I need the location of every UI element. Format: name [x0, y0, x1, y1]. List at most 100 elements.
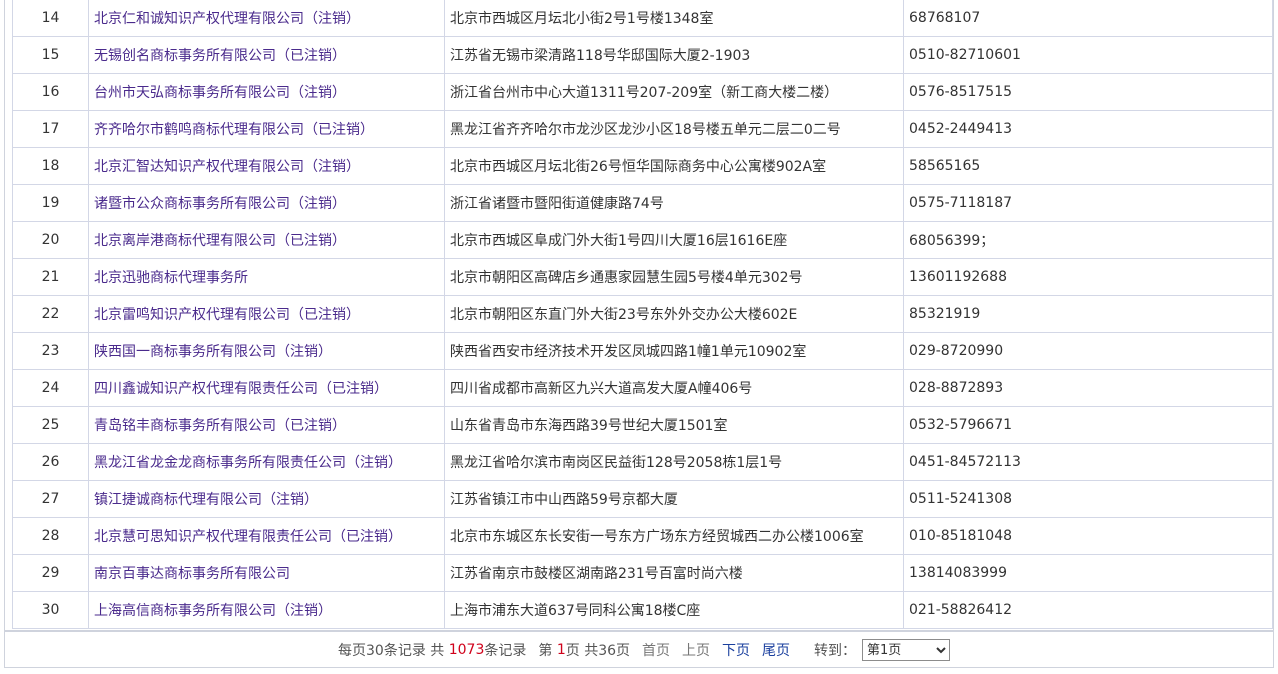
table-row: 14 北京仁和诚知识产权代理有限公司（注销） 北京市西城区月坛北小街2号1号楼134…: [12, 0, 1273, 37]
total-count: 1073: [448, 642, 485, 658]
agency-address: 北京市西城区阜成门外大街1号四川大厦16层1616E座: [444, 221, 904, 259]
table-row: 26 黑龙江省龙金龙商标事务所有限责任公司（注销） 黑龙江省哈尔滨市南岗区民益街12…: [12, 443, 1273, 481]
agency-address: 北京市朝阳区高碑店乡通惠家园慧生园5号楼4单元302号: [444, 258, 904, 296]
agency-address: 山东省青岛市东海西路39号世纪大厦1501室: [444, 406, 904, 444]
table-row: 19 诸暨市公众商标事务所有限公司（注销） 浙江省诸暨市暨阳街道健康路74号 0575…: [12, 184, 1273, 222]
row-index: 16: [12, 73, 89, 111]
row-index: 14: [12, 0, 89, 37]
agency-address: 江苏省南京市鼓楼区湖南路231号百富时尚六楼: [444, 554, 904, 592]
agency-phone: 0532-5796671: [903, 406, 1273, 444]
agency-name-link[interactable]: 北京迅驰商标代理事务所: [88, 258, 445, 296]
agency-phone: 029-8720990: [903, 332, 1273, 370]
goto-page-select[interactable]: 第1页: [862, 639, 951, 661]
table-row: 22 北京雷鸣知识产权代理有限公司（已注销） 北京市朝阳区东直门外大街23号东外外交…: [12, 295, 1273, 333]
records-table-body: 14 北京仁和诚知识产权代理有限公司（注销） 北京市西城区月坛北小街2号1号楼134…: [12, 0, 1273, 629]
agency-name-link[interactable]: 四川鑫诚知识产权代理有限责任公司（已注销）: [88, 369, 445, 407]
goto-label: 转到：: [814, 643, 857, 659]
agency-phone: 13601192688: [903, 258, 1273, 296]
agency-name-link[interactable]: 齐齐哈尔市鹤鸣商标代理有限公司（已注销）: [88, 110, 445, 148]
table-row: 17 齐齐哈尔市鹤鸣商标代理有限公司（已注销） 黑龙江省齐齐哈尔市龙沙区龙沙小区18…: [12, 110, 1273, 148]
prev-page-link: 上页: [682, 643, 711, 659]
table-row: 28 北京慧可思知识产权代理有限责任公司（已注销） 北京市东城区东长安街一号东方广场…: [12, 517, 1273, 555]
agency-name-link[interactable]: 陕西国一商标事务所有限公司（注销）: [88, 332, 445, 370]
row-index: 20: [12, 221, 89, 259]
per-page-text: 每页30条记录: [338, 643, 426, 659]
agency-phone: 010-85181048: [903, 517, 1273, 555]
row-index: 28: [12, 517, 89, 555]
agency-address: 北京市西城区月坛北街26号恒华国际商务中心公寓楼902A室: [444, 147, 904, 185]
agency-name-link[interactable]: 北京慧可思知识产权代理有限责任公司（已注销）: [88, 517, 445, 555]
table-row: 20 北京离岸港商标代理有限公司（已注销） 北京市西城区阜成门外大街1号四川大厦16…: [12, 221, 1273, 259]
table-row: 27 镇江捷诚商标代理有限公司（注销） 江苏省镇江市中山西路59号京都大厦 0511-…: [12, 480, 1273, 518]
row-index: 17: [12, 110, 89, 148]
agency-address: 北京市朝阳区东直门外大街23号东外外交办公大楼602E: [444, 295, 904, 333]
row-index: 29: [12, 554, 89, 592]
table-row: 23 陕西国一商标事务所有限公司（注销） 陕西省西安市经济技术开发区凤城四路1幢1单…: [12, 332, 1273, 370]
agency-name-link[interactable]: 南京百事达商标事务所有限公司: [88, 554, 445, 592]
table-row: 18 北京汇智达知识产权代理有限公司（注销） 北京市西城区月坛北街26号恒华国际商务…: [12, 147, 1273, 185]
row-index: 15: [12, 36, 89, 74]
page-prefix: 第: [538, 643, 553, 659]
table-row: 16 台州市天弘商标事务所有限公司（注销） 浙江省台州市中心大道1311号207-2…: [12, 73, 1273, 111]
row-index: 23: [12, 332, 89, 370]
agency-name-link[interactable]: 无锡创名商标事务所有限公司（已注销）: [88, 36, 445, 74]
agency-phone: 0575-7118187: [903, 184, 1273, 222]
agency-phone: 0576-8517515: [903, 73, 1273, 111]
table-row: 25 青岛铭丰商标事务所有限公司（已注销） 山东省青岛市东海西路39号世纪大厦150…: [12, 406, 1273, 444]
agency-address: 浙江省诸暨市暨阳街道健康路74号: [444, 184, 904, 222]
agency-name-link[interactable]: 青岛铭丰商标事务所有限公司（已注销）: [88, 406, 445, 444]
agency-phone: 13814083999: [903, 554, 1273, 592]
table-row: 15 无锡创名商标事务所有限公司（已注销） 江苏省无锡市梁清路118号华邸国际大厦2…: [12, 36, 1273, 74]
agency-address: 北京市东城区东长安街一号东方广场东方经贸城西二办公楼1006室: [444, 517, 904, 555]
agency-name-link[interactable]: 上海高信商标事务所有限公司（注销）: [88, 591, 445, 629]
agency-address: 江苏省镇江市中山西路59号京都大厦: [444, 480, 904, 518]
agency-address: 北京市西城区月坛北小街2号1号楼1348室: [444, 0, 904, 37]
agency-address: 黑龙江省哈尔滨市南岗区民益街128号2058栋1层1号: [444, 443, 904, 481]
row-index: 26: [12, 443, 89, 481]
agency-address: 黑龙江省齐齐哈尔市龙沙区龙沙小区18号楼五单元二层二0二号: [444, 110, 904, 148]
page-suffix: 页: [565, 643, 580, 659]
row-index: 25: [12, 406, 89, 444]
records-table: 14 北京仁和诚知识产权代理有限公司（注销） 北京市西城区月坛北小街2号1号楼134…: [12, 0, 1273, 629]
table-row: 24 四川鑫诚知识产权代理有限责任公司（已注销） 四川省成都市高新区九兴大道高发大厦…: [12, 369, 1273, 407]
agency-name-link[interactable]: 诸暨市公众商标事务所有限公司（注销）: [88, 184, 445, 222]
agency-address: 江苏省无锡市梁清路118号华邸国际大厦2-1903: [444, 36, 904, 74]
agency-name-link[interactable]: 北京仁和诚知识产权代理有限公司（注销）: [88, 0, 445, 37]
agency-phone: 68056399；: [903, 221, 1273, 259]
table-row: 30 上海高信商标事务所有限公司（注销） 上海市浦东大道637号同科公寓18楼C座 0…: [12, 591, 1273, 629]
agency-phone: 85321919: [903, 295, 1273, 333]
row-index: 30: [12, 591, 89, 629]
agency-phone: 58565165: [903, 147, 1273, 185]
row-index: 21: [12, 258, 89, 296]
agency-address: 四川省成都市高新区九兴大道高发大厦A幢406号: [444, 369, 904, 407]
total-suffix: 条记录: [484, 643, 527, 659]
agency-phone: 68768107: [903, 0, 1273, 37]
current-page: 1: [556, 642, 566, 658]
row-index: 18: [12, 147, 89, 185]
agency-phone: 021-58826412: [903, 591, 1273, 629]
last-page-link[interactable]: 尾页: [762, 640, 790, 660]
row-index: 19: [12, 184, 89, 222]
agency-phone: 028-8872893: [903, 369, 1273, 407]
agency-name-link[interactable]: 北京离岸港商标代理有限公司（已注销）: [88, 221, 445, 259]
table-row: 21 北京迅驰商标代理事务所 北京市朝阳区高碑店乡通惠家园慧生园5号楼4单元302号…: [12, 258, 1273, 296]
row-index: 24: [12, 369, 89, 407]
agency-name-link[interactable]: 北京汇智达知识产权代理有限公司（注销）: [88, 147, 445, 185]
agency-phone: 0510-82710601: [903, 36, 1273, 74]
first-page-link: 首页: [642, 643, 671, 659]
agency-address: 陕西省西安市经济技术开发区凤城四路1幢1单元10902室: [444, 332, 904, 370]
agency-name-link[interactable]: 黑龙江省龙金龙商标事务所有限责任公司（注销）: [88, 443, 445, 481]
row-index: 22: [12, 295, 89, 333]
next-page-link[interactable]: 下页: [722, 640, 750, 660]
agency-address: 浙江省台州市中心大道1311号207-209室（新工商大楼二楼）: [444, 73, 904, 111]
agency-phone: 0511-5241308: [903, 480, 1273, 518]
total-pages: 共36页: [584, 643, 631, 659]
agency-name-link[interactable]: 台州市天弘商标事务所有限公司（注销）: [88, 73, 445, 111]
table-row: 29 南京百事达商标事务所有限公司 江苏省南京市鼓楼区湖南路231号百富时尚六楼 13…: [12, 554, 1273, 592]
agency-name-link[interactable]: 北京雷鸣知识产权代理有限公司（已注销）: [88, 295, 445, 333]
agency-phone: 0451-84572113: [903, 443, 1273, 481]
agency-name-link[interactable]: 镇江捷诚商标代理有限公司（注销）: [88, 480, 445, 518]
agency-address: 上海市浦东大道637号同科公寓18楼C座: [444, 591, 904, 629]
total-prefix: 共: [430, 643, 445, 659]
row-index: 27: [12, 480, 89, 518]
